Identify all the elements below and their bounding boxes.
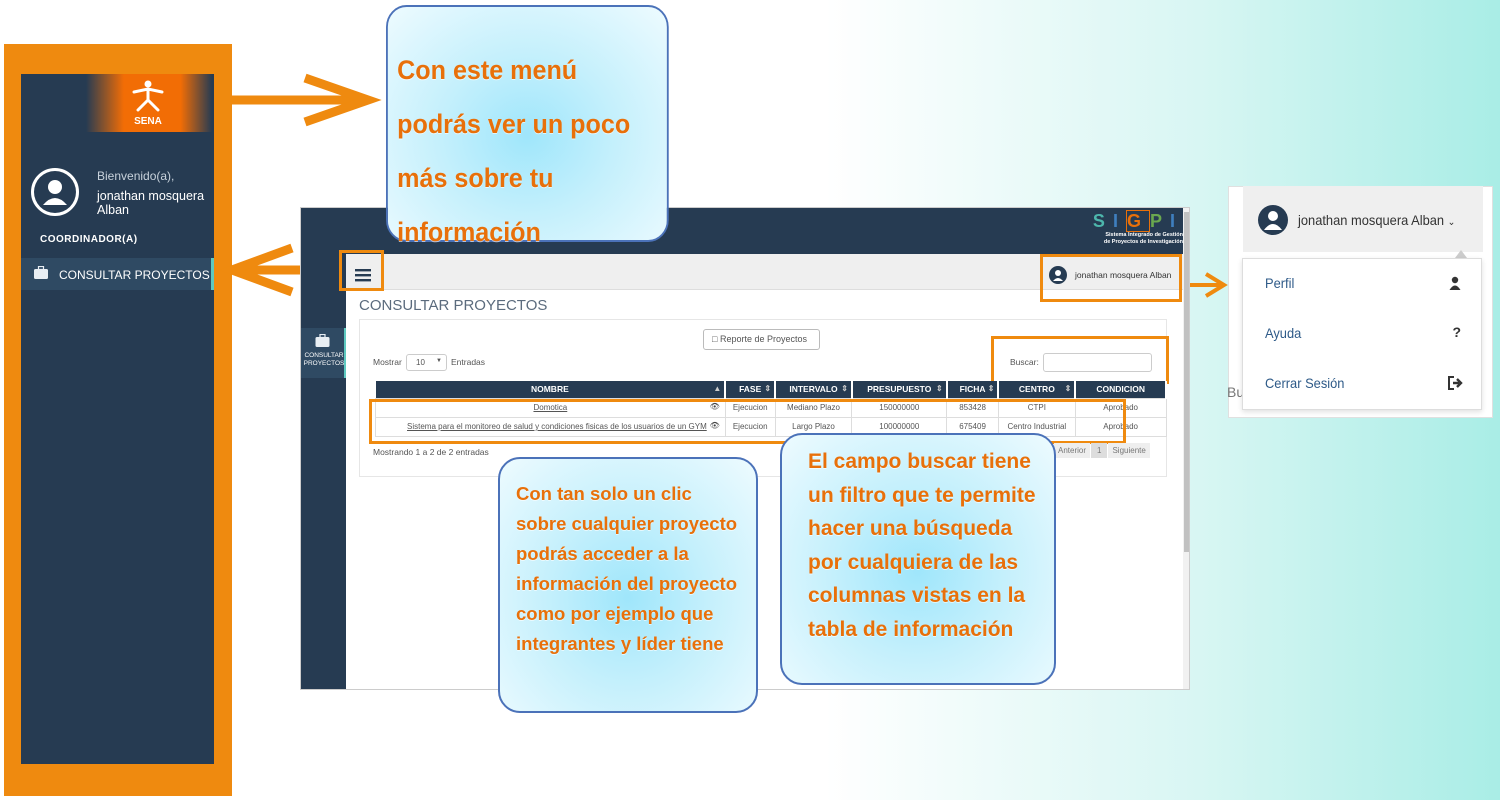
- sign-out-icon: [1448, 376, 1463, 390]
- sigpi-letter: I: [1169, 211, 1183, 231]
- callout-search-filter: El campo buscar tiene un filtro que te p…: [780, 433, 1056, 685]
- dropdown-caret: [1455, 250, 1467, 258]
- sigpi-letters: SIGPI: [1092, 210, 1183, 232]
- question-icon: ?: [1452, 324, 1461, 340]
- dropdown-user-toggle[interactable]: jonathan mosquera Alban ⌄: [1298, 212, 1455, 228]
- sigpi-letter: I: [1112, 211, 1126, 231]
- app-sidebar-item-consultar[interactable]: CONSULTAR PROYECTOS: [301, 328, 346, 378]
- sort-icon: ⇕: [935, 384, 943, 393]
- chevron-down-icon: ⌄: [1447, 217, 1456, 228]
- scrollbar-thumb[interactable]: [1184, 212, 1189, 552]
- app-scrollbar[interactable]: [1183, 208, 1189, 689]
- sigpi-logo: SIGPI Sistema Integrado de Gestión de Pr…: [1092, 210, 1183, 246]
- pagination: Anterior 1 Siguiente: [1054, 443, 1150, 458]
- col-header-label: CONDICION: [1096, 384, 1145, 395]
- page-1-button[interactable]: 1: [1091, 443, 1108, 458]
- app-sidebar: [301, 254, 346, 689]
- sort-icon: ⇕: [1064, 384, 1072, 393]
- next-page-button[interactable]: Siguiente: [1108, 443, 1150, 458]
- sigpi-letter: S: [1092, 211, 1113, 231]
- dropdown-item-perfil[interactable]: Perfil: [1265, 275, 1294, 291]
- app-sidebar-item-label: CONSULTAR PROYECTOS: [303, 352, 345, 367]
- dropdown-menu: Perfil Ayuda ? Cerrar Sesión: [1242, 258, 1482, 410]
- report-button-label: Reporte de Proyectos: [719, 334, 807, 344]
- sigpi-subtitle-2: de Proyectos de Investigación: [1103, 239, 1183, 245]
- hamburger-highlight: [339, 250, 384, 291]
- sigpi-letter: P: [1149, 211, 1170, 231]
- sigpi-subtitle-1: Sistema Integrado de Gestión: [1105, 232, 1183, 238]
- user-icon: [1449, 276, 1461, 290]
- prev-page-button[interactable]: Anterior: [1054, 443, 1091, 458]
- dropdown-item-cerrar-sesion[interactable]: Cerrar Sesión: [1265, 375, 1344, 391]
- report-button[interactable]: □ Reporte de Proyectos: [703, 329, 820, 350]
- callout-menu-info: Con este menú podrás ver un poco más sob…: [386, 5, 669, 247]
- file-pdf-icon: □: [712, 334, 718, 344]
- page-title: CONSULTAR PROYECTOS: [359, 297, 548, 314]
- briefcase-icon: [315, 334, 330, 347]
- col-header-label: PRESUPUESTO: [867, 384, 932, 395]
- col-header-centro[interactable]: CENTRO ⇕: [998, 381, 1077, 398]
- page-length-select[interactable]: 10 ▼: [406, 354, 447, 371]
- chevron-down-icon: ▼: [436, 358, 442, 364]
- col-header-condicion[interactable]: CONDICION: [1075, 381, 1167, 398]
- dropdown-item-ayuda[interactable]: Ayuda: [1265, 325, 1301, 341]
- col-header-fase[interactable]: FASE ⇕: [725, 381, 777, 398]
- sort-icon: ⇕: [841, 384, 848, 393]
- user-circle-icon: [1264, 211, 1282, 230]
- col-header-nombre[interactable]: NOMBRE ▲: [375, 381, 727, 398]
- col-header-presupuesto[interactable]: PRESUPUESTO ⇕: [851, 381, 948, 398]
- sigpi-letter: G: [1125, 210, 1150, 232]
- entries-label: Entradas: [451, 357, 486, 367]
- dropdown-user-name: jonathan mosquera Alban: [1298, 212, 1445, 228]
- table-header-row: NOMBRE ▲ FASE ⇕ INTERVALO ⇕ PRESUPUESTO ⇕ FI…: [375, 381, 1167, 398]
- callout-project-click: Con tan solo un clic sobre cualquier pro…: [498, 457, 758, 713]
- col-header-intervalo[interactable]: INTERVALO ⇕: [775, 381, 853, 398]
- col-header-label: INTERVALO: [789, 384, 838, 395]
- user-menu-highlight: [1040, 254, 1182, 302]
- sort-icon: ⇕: [764, 384, 772, 393]
- sort-icon: ⇕: [987, 384, 995, 393]
- col-header-label: FASE: [739, 384, 762, 395]
- show-label: Mostrar: [373, 357, 402, 367]
- sort-icon: ▲: [713, 384, 722, 393]
- search-highlight: [991, 336, 1169, 384]
- table-info: Mostrando 1 a 2 de 2 entradas: [373, 447, 489, 457]
- page-length-value: 10: [416, 358, 425, 367]
- col-header-label: FICHA: [959, 384, 986, 395]
- col-header-label: CENTRO: [1018, 384, 1055, 395]
- col-header-label: NOMBRE: [530, 384, 569, 395]
- col-header-ficha[interactable]: FICHA ⇕: [946, 381, 1000, 398]
- dropdown-avatar[interactable]: [1258, 205, 1288, 235]
